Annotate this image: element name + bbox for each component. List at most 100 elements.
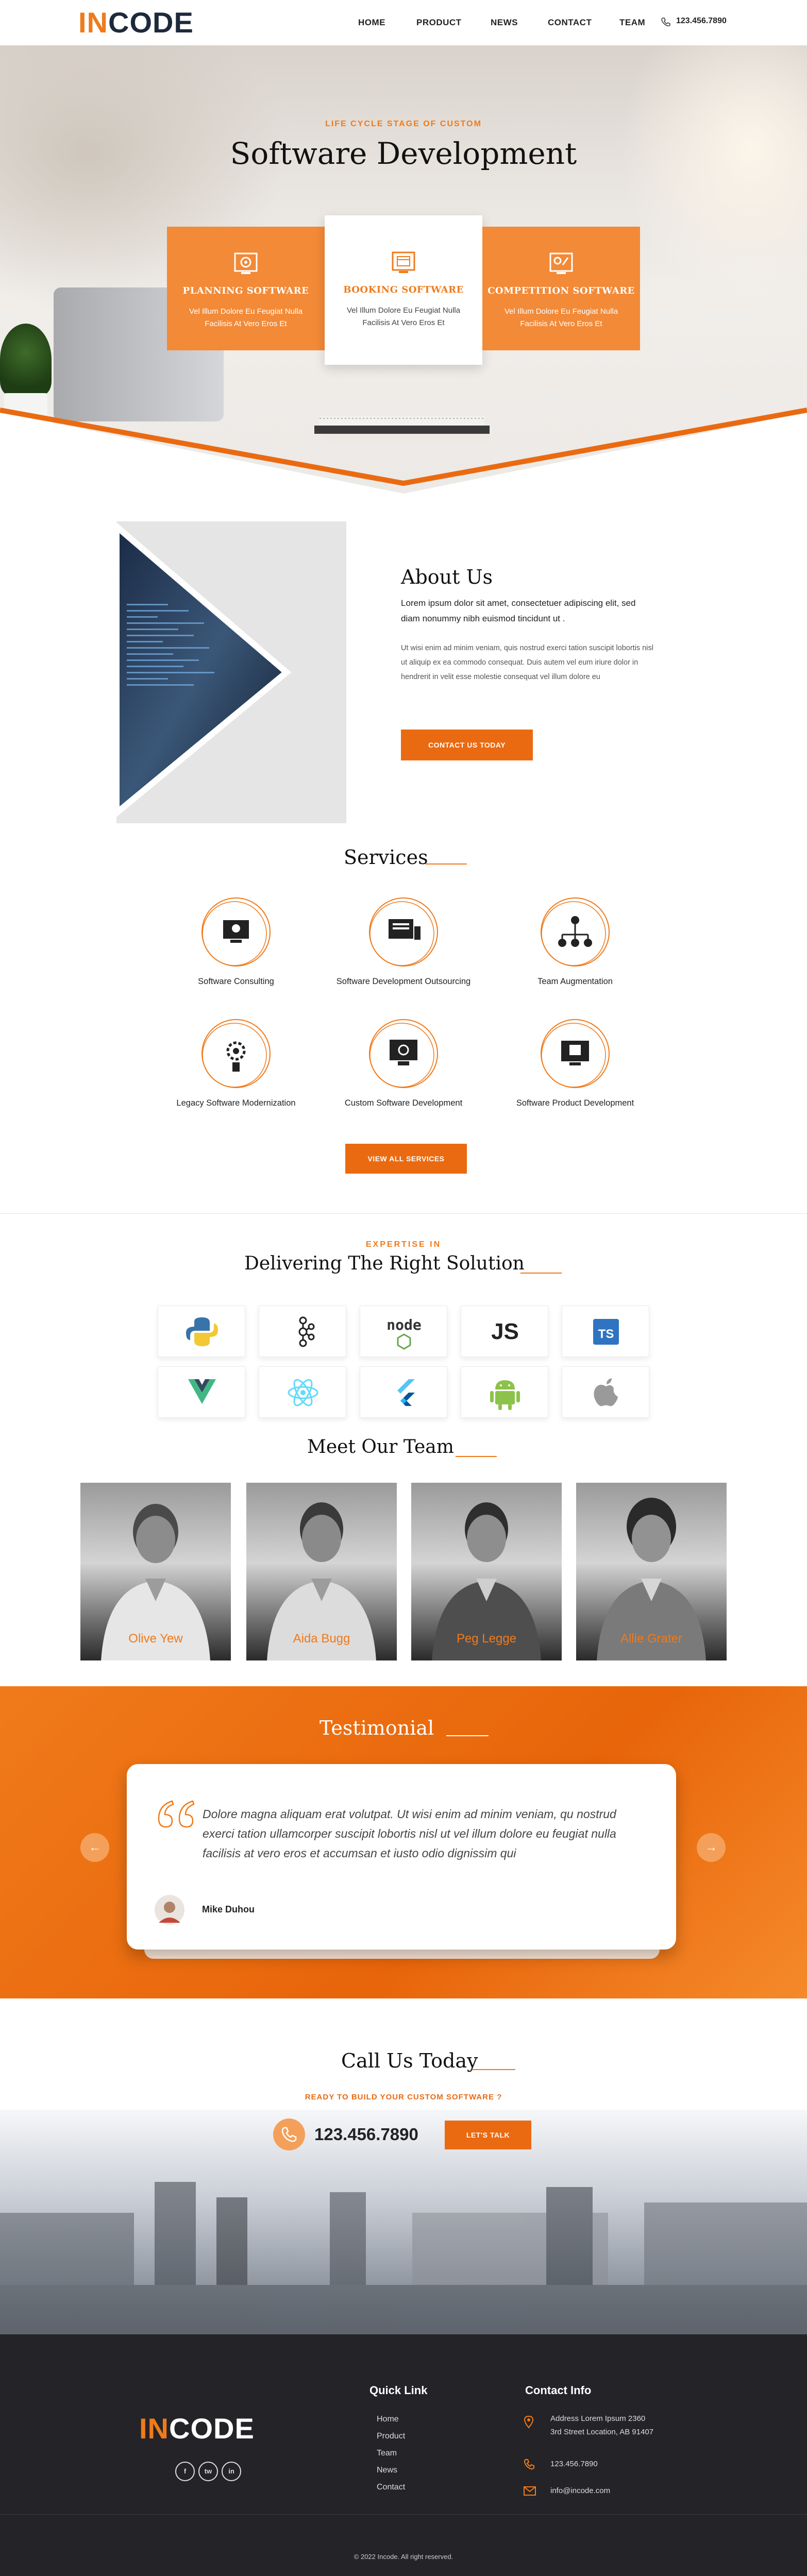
tech-tile-react — [259, 1366, 346, 1418]
service-label: Software Development Outsourcing — [336, 977, 471, 986]
apple-logo — [594, 1378, 618, 1406]
tech-tile-apple — [562, 1366, 649, 1418]
card-competition-software[interactable]: COMPETITION SOFTWARE Vel Illum Dolore Eu… — [482, 227, 640, 350]
footer-phone[interactable]: 123.456.7890 — [550, 2460, 598, 2468]
email-icon — [524, 2486, 536, 2496]
services-title: Services — [344, 846, 428, 869]
linkedin-icon[interactable]: in — [222, 2462, 241, 2481]
service-label: Legacy Software Modernization — [176, 1098, 296, 1108]
tech-tile-android — [461, 1366, 548, 1418]
footer-link-team[interactable]: Team — [377, 2449, 397, 2458]
about-lead: Lorem ipsum dolor sit amet, consectetuer… — [401, 598, 636, 623]
contact-info-title: Contact Info — [525, 2384, 592, 2397]
card-booking-software[interactable]: BOOKING SOFTWARE Vel Illum Dolore Eu Feu… — [325, 215, 482, 365]
service-custom-software[interactable]: Custom Software Development — [326, 1015, 481, 1109]
call-phone[interactable]: 123.456.7890 — [314, 2125, 418, 2144]
testimonial-author: Mike Duhou — [202, 1904, 255, 1914]
python-logo — [186, 1317, 218, 1346]
testimonial-prev-arrow[interactable]: ← — [80, 1833, 109, 1862]
site-logo[interactable]: INCODE — [78, 7, 194, 38]
team-member-card[interactable]: Olive Yew — [80, 1483, 231, 1660]
footer-link-home[interactable]: Home — [377, 2415, 399, 2424]
copyright: © 2022 Incode. All right reserved. — [354, 2553, 453, 2561]
card-title: BOOKING SOFTWARE — [343, 284, 464, 295]
tech-tile-vue — [158, 1366, 245, 1418]
plant-image — [0, 324, 52, 396]
team-member-card[interactable]: Allie Grater — [576, 1483, 727, 1660]
team-title: Meet Our Team — [307, 1436, 454, 1458]
call-subtitle: READY TO BUILD YOUR CUSTOM SOFTWARE ? — [305, 2093, 502, 2102]
tech-tile-node: node — [360, 1306, 447, 1357]
node-text: node — [386, 1316, 421, 1333]
flutter-logo — [397, 1379, 415, 1406]
typescript-logo: TS — [593, 1319, 619, 1345]
testimonial-title: Testimonial — [320, 1717, 434, 1739]
header-phone[interactable]: 123.456.7890 — [676, 16, 727, 26]
product-icon — [541, 1019, 610, 1088]
service-label: Team Augmentation — [537, 977, 613, 986]
nav-home[interactable]: HOME — [358, 18, 385, 28]
tech-tile-js: JS — [461, 1306, 548, 1357]
tech-tile-typescript: TS — [562, 1306, 649, 1357]
testimonial-next-arrow[interactable]: → — [697, 1833, 726, 1862]
quick-links-title: Quick Link — [369, 2384, 428, 2397]
about-image-frame — [113, 519, 346, 823]
nav-product[interactable]: PRODUCT — [416, 18, 462, 28]
card-title: COMPETITION SOFTWARE — [487, 285, 635, 296]
nav-news[interactable]: NEWS — [491, 18, 518, 28]
footer-address-line1: Address Lorem Ipsum 2360 — [550, 2414, 646, 2423]
team-hierarchy-icon — [541, 897, 610, 967]
card-desc: Vel Illum Dolore Eu Feugiat Nulla Facili… — [189, 307, 303, 328]
footer-email[interactable]: info@incode.com — [550, 2486, 610, 2495]
team-member-card[interactable]: Aida Bugg — [246, 1483, 397, 1660]
service-software-consulting[interactable]: Software Consulting — [159, 893, 313, 987]
lets-talk-button[interactable]: LET'S TALK — [445, 2121, 531, 2149]
site-footer — [0, 2334, 807, 2576]
member-name: Olive Yew — [128, 1632, 183, 1646]
expertise-title: Delivering The Right Solution — [244, 1253, 525, 1274]
footer-logo[interactable]: INCODE — [139, 2413, 255, 2444]
footer-link-product[interactable]: Product — [377, 2432, 405, 2441]
custom-code-icon — [369, 1019, 438, 1088]
tech-tile-flutter — [360, 1366, 447, 1418]
nav-team[interactable]: TEAM — [619, 18, 645, 28]
hero-title: Software Development — [230, 136, 577, 171]
contact-us-button[interactable]: CONTACT US TODAY — [401, 730, 533, 760]
vue-logo — [188, 1379, 216, 1404]
service-label: Software Consulting — [198, 977, 274, 986]
ts-text: TS — [598, 1327, 614, 1341]
location-icon — [524, 2415, 534, 2429]
testimonial-quote: Dolore magna aliquam erat volutpat. Ut w… — [203, 1807, 616, 1860]
call-title: Call Us Today — [341, 2049, 478, 2072]
quote-icon — [158, 1800, 195, 1828]
footer-link-news[interactable]: News — [377, 2466, 397, 2475]
title-underline — [456, 1456, 497, 1457]
card-desc: Vel Illum Dolore Eu Feugiat Nulla Facili… — [504, 307, 618, 328]
title-underline — [520, 1273, 562, 1274]
member-name: Peg Legge — [456, 1632, 517, 1646]
service-team-augmentation[interactable]: Team Augmentation — [498, 893, 652, 987]
service-label: Custom Software Development — [344, 1098, 463, 1108]
facebook-icon[interactable]: f — [175, 2462, 195, 2481]
service-product-development[interactable]: Software Product Development — [498, 1015, 652, 1109]
about-body: Ut wisi enim ad minim veniam, quis nostr… — [401, 644, 653, 681]
node-logo: node — [386, 1316, 422, 1350]
view-all-services-button[interactable]: VIEW ALL SERVICES — [345, 1144, 467, 1174]
member-name: Aida Bugg — [293, 1632, 350, 1646]
hero-bg-light — [618, 45, 807, 303]
footer-address-line2: 3rd Street Location, AB 91407 — [550, 2428, 654, 2436]
card-planning-software[interactable]: PLANNING SOFTWARE Vel Illum Dolore Eu Fe… — [167, 227, 325, 350]
service-software-outsourcing[interactable]: Software Development Outsourcing — [326, 893, 481, 987]
service-legacy-modernization[interactable]: Legacy Software Modernization — [159, 1015, 313, 1109]
tech-tile-kafka — [259, 1306, 346, 1357]
nav-contact[interactable]: CONTACT — [548, 18, 592, 28]
twitter-icon[interactable]: tw — [198, 2462, 218, 2481]
android-logo — [490, 1380, 520, 1410]
outsourcing-icon — [369, 897, 438, 967]
competition-screen-icon — [549, 252, 573, 274]
react-logo — [288, 1379, 318, 1406]
title-underline — [446, 1735, 489, 1736]
modernization-icon — [201, 1019, 271, 1088]
footer-link-contact[interactable]: Contact — [377, 2483, 405, 2492]
team-member-card[interactable]: Peg Legge — [411, 1483, 562, 1660]
